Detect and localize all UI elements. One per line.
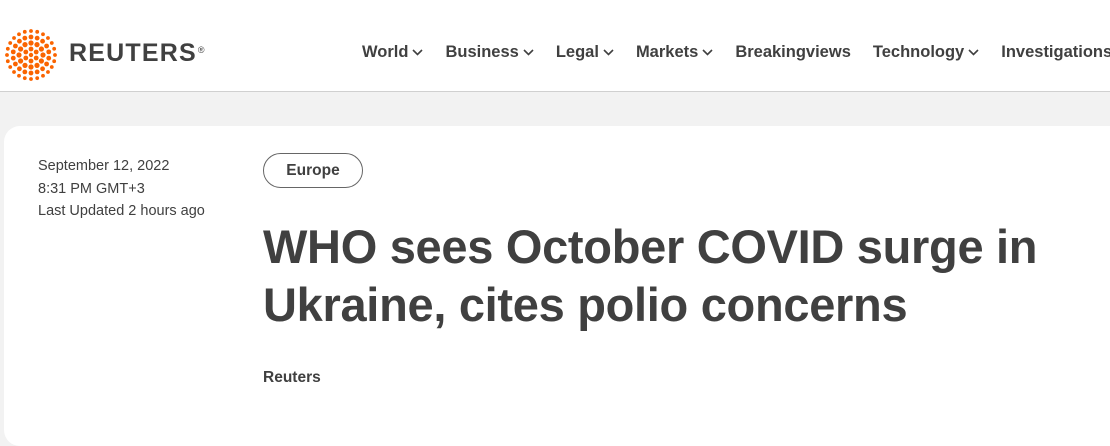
logo-dot [49,65,54,69]
nav-item-breakingviews[interactable]: Breakingviews [735,43,851,62]
logo-dot [52,59,57,64]
logo-dot [41,73,45,78]
site-header: REUTERS® World Business Legal Markets Br… [0,0,1110,92]
logo-dot [49,41,54,45]
logo-dot [40,38,45,44]
logo-dot [35,76,40,81]
logo-dot [33,55,39,61]
logo-dot [17,32,21,37]
logo-dot [28,46,34,52]
logo-dot [46,36,50,40]
logo-dot [23,55,29,61]
chevron-down-icon [412,49,424,56]
logo-dot [8,41,13,45]
logo-dot [17,66,22,72]
chevron-down-icon [523,49,534,56]
logo-dot [12,70,16,74]
logo-dot [22,35,28,41]
nav-item-markets[interactable]: Markets [636,43,713,62]
nav-item-business[interactable]: Business [445,43,534,62]
logo-dot [44,61,49,67]
logo-dot [5,59,10,64]
logo-dot [46,55,52,61]
logo-dot [18,58,24,64]
logo-dot [12,36,16,40]
logo-dot [28,70,34,76]
logo-dot [34,62,40,68]
nav-item-legal[interactable]: Legal [556,43,614,62]
logo-dot [22,62,28,68]
article-byline[interactable]: Reuters [263,369,321,387]
publish-date: September 12, 2022 [38,158,170,174]
chevron-down-icon [603,49,614,56]
logo-dot [22,76,27,81]
nav-item-technology[interactable]: Technology [873,43,979,62]
logo-dot [10,55,16,61]
logo-dot [5,53,9,57]
logo-dot [8,65,13,69]
article-meta: September 12, 2022 8:31 PM GMT+3 Last Up… [38,155,205,223]
last-updated: Last Updated 2 hours ago [38,203,205,219]
logo-dot [41,32,45,37]
chevron-down-icon [968,49,979,56]
logo-dot [17,73,21,78]
section-tag-europe[interactable]: Europe [263,153,363,188]
logo-dot [22,69,28,75]
logo-dot [28,40,34,46]
logo-dot [34,69,40,75]
logo-dot [5,46,10,51]
logo-dot [35,29,40,34]
brand-wordmark: REUTERS® [69,38,206,67]
logo-dot [18,46,24,52]
nav-item-world[interactable]: World [362,43,424,62]
logo-dot [22,42,28,48]
logo-dot [38,46,44,52]
reuters-logo-icon [5,29,57,81]
main-nav: World Business Legal Markets Breakingvie… [362,43,1110,62]
logo-dot [46,49,52,55]
logo-dot [16,52,22,58]
logo-dot [28,64,34,70]
logo-dot [40,66,45,72]
logo-dot [33,49,39,55]
logo-dot [22,29,27,34]
publish-time: 8:31 PM GMT+3 [38,180,145,197]
logo-dot [28,34,34,40]
logo-dot [17,38,22,44]
chevron-down-icon [702,49,713,56]
nav-item-investigations[interactable]: Investigations [1001,43,1110,62]
logo-dot [40,52,46,58]
article-headline: WHO sees October COVID surge in Ukraine,… [263,220,1038,331]
logo-dot [52,46,57,51]
logo-dot [29,77,33,81]
logo-dot [34,35,40,41]
logo-dot [13,43,18,49]
logo-dot [34,42,40,48]
logo-dot [38,58,44,64]
logo-dot [46,70,50,74]
logo-dot [10,49,16,55]
logo-dot [13,61,18,67]
logo-dot [29,29,33,33]
logo-dot [44,43,49,49]
logo-dot [23,49,29,55]
reuters-logo[interactable]: REUTERS® [5,29,206,81]
logo-dot [28,52,34,58]
logo-dot [53,53,57,57]
logo-dot [28,58,34,64]
